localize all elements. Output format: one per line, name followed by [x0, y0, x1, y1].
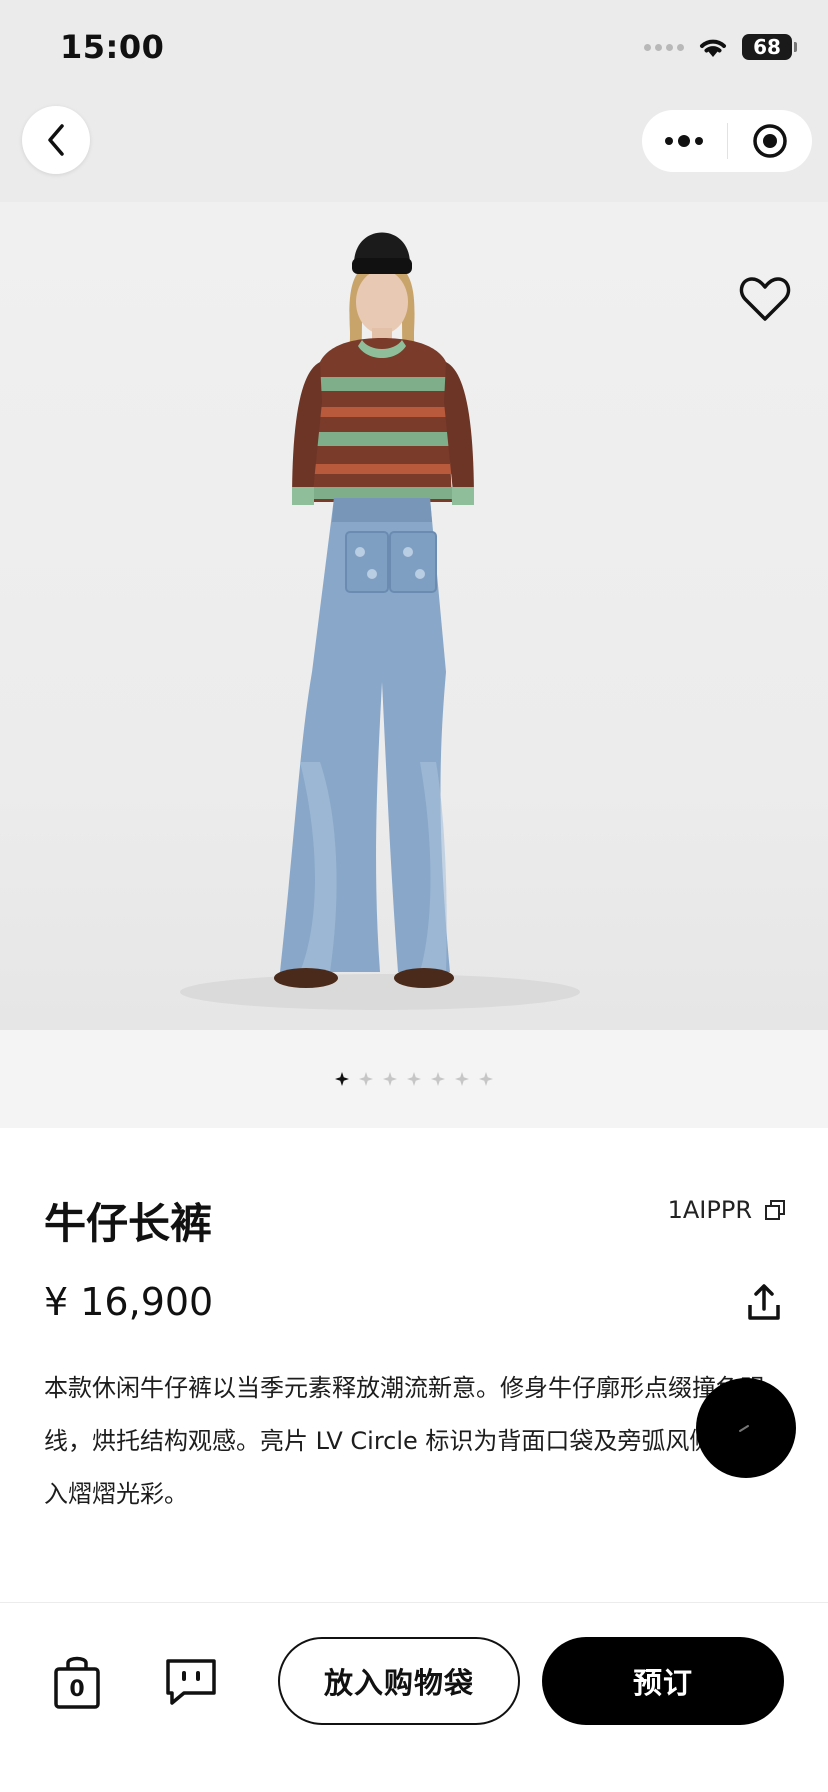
- heart-icon: [739, 277, 791, 321]
- image-pagination: [0, 1030, 828, 1128]
- share-icon: [748, 1284, 780, 1320]
- status-icons: 68: [644, 34, 797, 60]
- pagination-dot[interactable]: [431, 1072, 445, 1086]
- pagination-dot[interactable]: [479, 1072, 493, 1086]
- battery-indicator: 68: [742, 34, 797, 60]
- wifi-icon: [700, 39, 726, 57]
- favorite-button[interactable]: [738, 272, 792, 326]
- bottom-action-bar: 0 放入购物袋 预订: [0, 1602, 828, 1792]
- product-image[interactable]: [0, 202, 828, 1030]
- product-price: ¥ 16,900: [44, 1280, 214, 1324]
- pagination-dot[interactable]: [455, 1072, 469, 1086]
- header-area: 15:00 68: [0, 0, 828, 202]
- sku-code: 1AIPPR: [667, 1196, 752, 1224]
- model-photo: [180, 232, 580, 1010]
- copy-icon: [765, 1200, 785, 1220]
- bag-count: 0: [69, 1677, 85, 1702]
- message-button[interactable]: [164, 1657, 218, 1707]
- signal-icon: [644, 43, 684, 51]
- back-button[interactable]: [22, 106, 90, 174]
- more-dots-icon: [665, 135, 704, 147]
- pagination-dot[interactable]: [383, 1072, 397, 1086]
- pagination-dot[interactable]: [407, 1072, 421, 1086]
- floating-chat-button[interactable]: [696, 1378, 796, 1478]
- sku-copy[interactable]: 1AIPPR: [668, 1196, 786, 1224]
- more-button[interactable]: [642, 110, 727, 172]
- status-time: 15:00: [60, 28, 165, 66]
- add-to-bag-button[interactable]: 放入购物袋: [278, 1637, 520, 1725]
- close-button[interactable]: [728, 110, 813, 172]
- pagination-dot-active[interactable]: [335, 1072, 349, 1086]
- chevron-left-icon: [48, 124, 64, 156]
- pagination-dot[interactable]: [359, 1072, 373, 1086]
- chat-bubble-icon: [739, 1425, 749, 1432]
- product-description: 本款休闲牛仔裤以当季元素释放潮流新意。修身牛仔廓形点缀撞色明线，烘托结构观感。亮…: [44, 1374, 764, 1508]
- share-button[interactable]: [744, 1280, 784, 1324]
- product-title: 牛仔长裤: [44, 1199, 213, 1248]
- target-icon: [753, 124, 787, 158]
- mini-program-capsule: [642, 110, 812, 172]
- shopping-bag-button[interactable]: 0: [52, 1653, 102, 1709]
- preorder-button[interactable]: 预订: [542, 1637, 784, 1725]
- message-icon: [166, 1659, 216, 1705]
